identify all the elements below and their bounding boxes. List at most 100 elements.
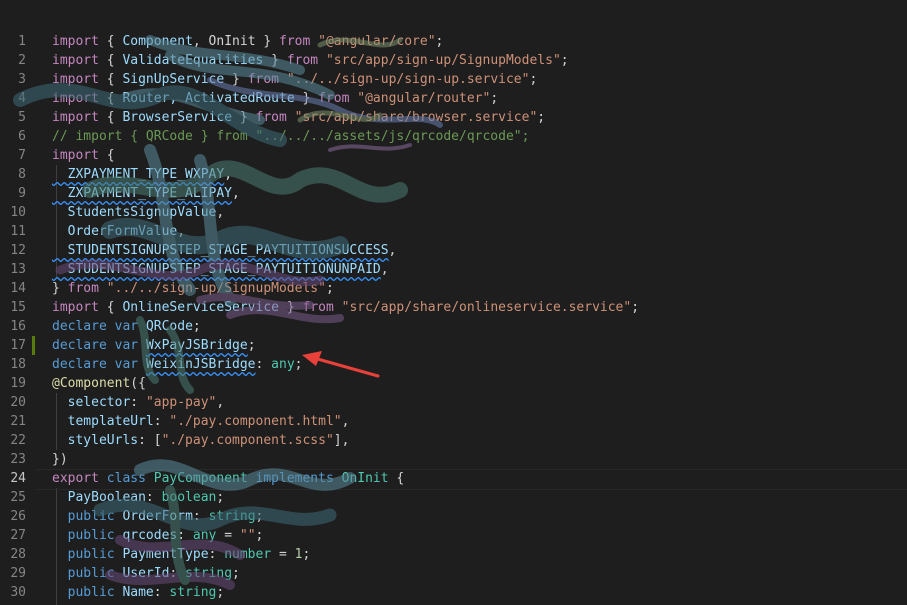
code-line: import { Router, ActivatedRoute } from "… (52, 89, 907, 108)
punct (146, 471, 154, 486)
code-line-weixinjsbridge: declare var WeixinJSBridge: any; (52, 355, 907, 374)
punct: ; (631, 300, 640, 315)
identifier: Router, ActivatedRoute (122, 91, 295, 106)
punct: : (255, 357, 272, 372)
line-number: 27 (10, 528, 26, 543)
code-line: StudentsSignupValue, (52, 203, 907, 222)
keyword: public (52, 528, 115, 543)
punct (99, 281, 107, 296)
code-line: templateUrl: "./pay.component.html", (52, 412, 907, 431)
line-number: 12 (10, 243, 26, 258)
punct: = (271, 547, 295, 562)
punct: { (98, 34, 123, 49)
type: boolean (161, 490, 217, 505)
type: any (271, 357, 295, 372)
keyword: declare (52, 357, 107, 372)
keyword: public (52, 547, 115, 562)
line-number: 13 (10, 262, 26, 277)
keyword: from (67, 281, 99, 296)
comment: // import { QRCode } from "../../../asse… (52, 129, 530, 144)
punct: , (177, 224, 186, 239)
identifier: PaymentType (122, 547, 209, 562)
keyword: declare (52, 319, 107, 334)
punct: , (380, 262, 389, 277)
string: "./pay.component.scss" (161, 433, 334, 448)
keyword: import (52, 34, 99, 49)
code-line: import { ValidateEqualities } from "src/… (52, 51, 907, 70)
punct: , (216, 205, 225, 220)
punct: , (388, 243, 397, 258)
line-number: 22 (10, 433, 26, 448)
string: "src/app/share/onlineservice.service" (341, 300, 632, 315)
line-number: 4 (18, 91, 26, 106)
keyword: import (52, 72, 99, 87)
punct: , OnInit } (192, 34, 279, 49)
identifier: PayBoolean (52, 490, 146, 505)
punct: ; (247, 338, 256, 353)
code-line: OrderFormValue, (52, 222, 907, 241)
identifier: WeixinJSBridge (145, 357, 256, 372)
punct: { (98, 72, 123, 87)
identifier: Component (122, 34, 193, 49)
code-line: import { (52, 146, 907, 165)
identifier: styleUrls (52, 433, 139, 448)
keyword: public (52, 509, 115, 524)
class-name: OnInit (341, 471, 389, 486)
punct: : (153, 585, 170, 600)
red-arrow-annotation (302, 351, 380, 378)
punct (310, 34, 318, 49)
punct: : (145, 490, 162, 505)
keyword: from (255, 110, 287, 125)
identifier: ValidateEqualities (122, 53, 264, 68)
string: "../../sign-up/sign-up.service" (286, 72, 530, 87)
keyword: var (114, 319, 139, 334)
code-line: import { OnlineServiceService } from "sr… (52, 298, 907, 317)
punct: ; (302, 547, 311, 562)
identifier: ZXPAYMENT_TYPE_ALIPAY (52, 186, 233, 201)
code-line: import { BrowserService } from "src/app/… (52, 108, 907, 127)
line-number: 11 (10, 224, 26, 239)
type: string (208, 509, 256, 524)
punct: ; (490, 91, 499, 106)
punct (138, 319, 146, 334)
code-text-area[interactable]: import { Component, OnInit } from "@angu… (52, 32, 907, 602)
punct: } (232, 110, 256, 125)
identifier: OnlineServiceService (122, 300, 279, 315)
identifier: QRCode (145, 319, 193, 334)
identifier: OrderForm (122, 509, 193, 524)
punct: ; (232, 566, 240, 581)
keyword: implements (255, 471, 334, 486)
string: "@angular/core" (318, 34, 436, 49)
code-line: public PaymentType: number = 1; (52, 545, 907, 564)
punct (287, 110, 295, 125)
identifier: UserId (122, 566, 170, 581)
identifier: SignUpService (122, 72, 225, 87)
punct: ; (435, 34, 444, 49)
keyword: var (114, 357, 139, 372)
keyword: from (302, 300, 334, 315)
punct: ; (216, 490, 225, 505)
line-number: 23 (10, 452, 26, 467)
punct: { (388, 471, 405, 486)
line-number: 29 (10, 566, 26, 581)
identifier: WxPayJSBridge (145, 338, 248, 353)
keyword: import (52, 53, 99, 68)
punct (334, 300, 342, 315)
punct: , (224, 167, 233, 182)
keyword: class (106, 471, 146, 486)
identifier: STUDENTSIGNUPSTEP_STAGE_PAYTUITIONSUCCES… (52, 243, 389, 258)
punct: : (169, 566, 186, 581)
punct: ; (192, 319, 201, 334)
punct: : [ (138, 433, 162, 448)
punct: : (192, 509, 209, 524)
code-line: ZXPAYMENT_TYPE_ALIPAY, (52, 184, 907, 203)
code-line: // import { QRCode } from "../../../asse… (52, 127, 907, 146)
line-number: 20 (10, 395, 26, 410)
code-editor[interactable]: 1 2 3 4 5 6 7 8 9 10 11 12 13 14 15 16 1… (0, 0, 907, 605)
line-number: 1 (18, 34, 26, 49)
type: number (224, 547, 272, 562)
code-line: export class PayComponent implements OnI… (52, 469, 907, 488)
punct (138, 338, 146, 353)
line-number: 18 (10, 357, 26, 372)
punct: = (216, 528, 240, 543)
